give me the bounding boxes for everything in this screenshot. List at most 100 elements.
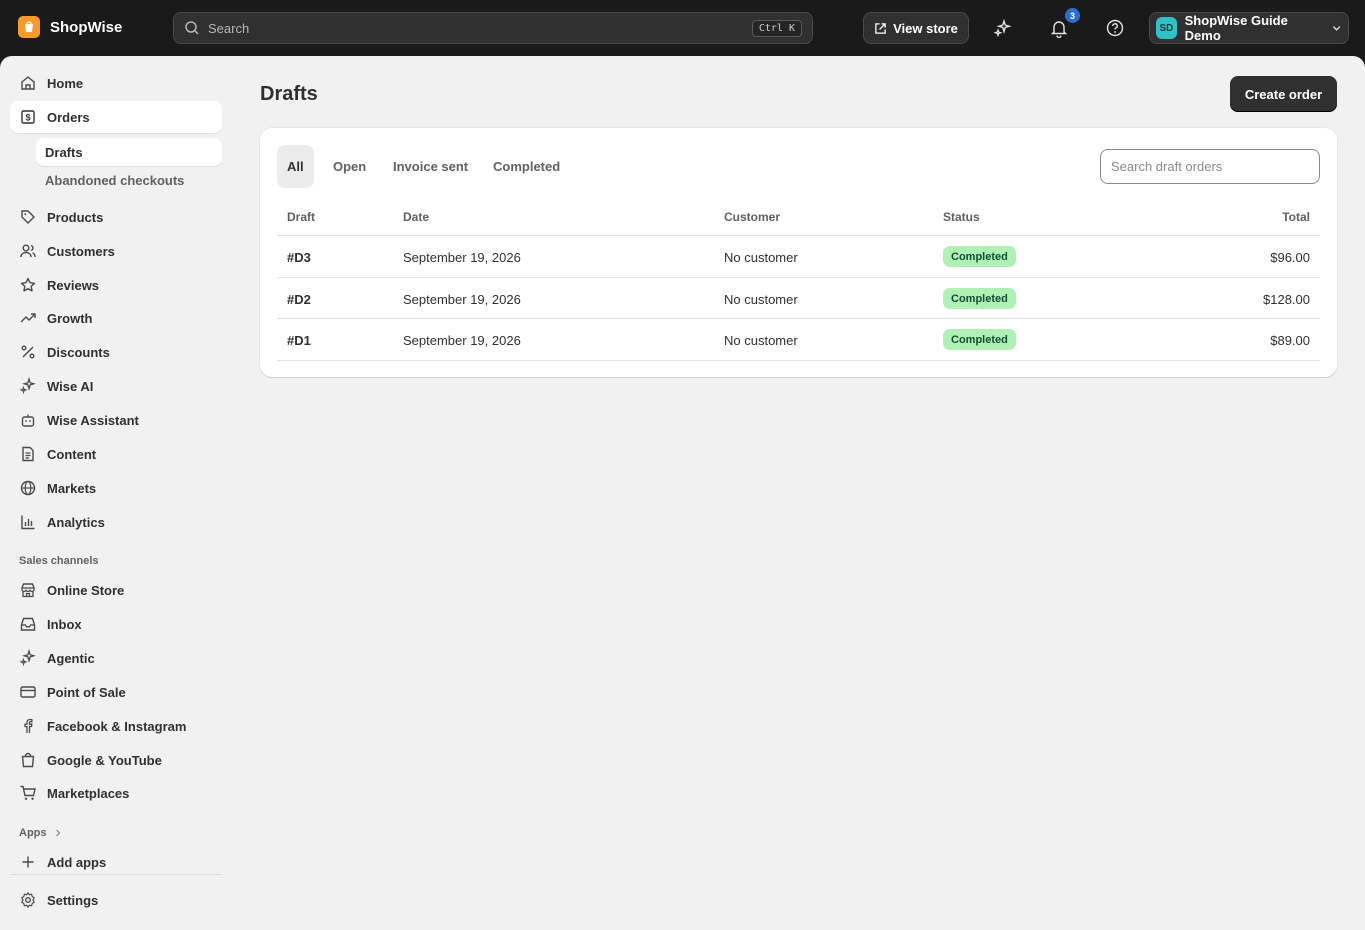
account-menu[interactable]: SD ShopWise Guide Demo xyxy=(1149,12,1349,44)
cart-icon xyxy=(20,785,36,800)
apps-label: Apps xyxy=(19,827,47,839)
sidebar-item-label: Products xyxy=(47,209,104,225)
sidebar-item-inbox[interactable]: Inbox xyxy=(10,608,222,640)
inbox-icon xyxy=(20,617,36,631)
sidebar-subitem-label: Abandoned checkouts xyxy=(45,172,185,188)
table-row[interactable]: #D2 September 19, 2026 No customer Compl… xyxy=(277,277,1320,319)
sales-channels-heading: Sales channels xyxy=(19,555,99,567)
external-link-icon xyxy=(875,22,886,34)
card-icon xyxy=(20,686,36,698)
draft-total: $89.00 xyxy=(1270,333,1310,348)
page-title: Drafts xyxy=(260,83,318,105)
sidebar-item-content[interactable]: Content xyxy=(10,438,222,470)
sidebar-item-label: Inbox xyxy=(47,616,82,632)
sidebar-item-home[interactable]: Home xyxy=(10,67,222,99)
draft-date: September 19, 2026 xyxy=(403,250,521,265)
create-order-button[interactable]: Create order xyxy=(1230,76,1337,112)
customers-icon xyxy=(20,244,36,258)
sidebar-item-analytics[interactable]: Analytics xyxy=(10,506,222,538)
sidebar-subitem-abandoned-checkouts[interactable]: Abandoned checkouts xyxy=(36,166,222,194)
tab-completed[interactable]: Completed xyxy=(483,145,570,188)
help-icon[interactable] xyxy=(1103,16,1127,40)
plus-icon xyxy=(22,856,34,868)
sidebar-item-label: Reviews xyxy=(47,277,100,293)
sidebar-item-orders[interactable]: $ Orders xyxy=(10,101,222,133)
table-row[interactable]: #D3 September 19, 2026 No customer Compl… xyxy=(277,235,1320,277)
column-header-total[interactable]: Total xyxy=(1282,210,1310,224)
sidebar-item-label: Wise Assistant xyxy=(47,412,139,428)
sidebar-item-label: Agentic xyxy=(47,650,95,666)
sidebar-item-point-of-sale[interactable]: Point of Sale xyxy=(10,676,222,708)
search-placeholder: Search xyxy=(208,20,250,36)
sidebar-item-settings[interactable]: Settings xyxy=(10,884,222,916)
sidebar-divider xyxy=(10,874,222,875)
table-bottom-border xyxy=(277,360,1320,361)
search-draft-orders-input[interactable] xyxy=(1100,149,1320,184)
sidebar-item-label: Markets xyxy=(47,480,97,496)
sidebar-item-label: Online Store xyxy=(47,582,125,598)
notification-badge: 3 xyxy=(1065,8,1080,23)
sidebar-item-markets[interactable]: Markets xyxy=(10,472,222,504)
sidebar-item-wise-ai[interactable]: Wise AI xyxy=(10,370,222,402)
draft-id[interactable]: #D2 xyxy=(287,292,311,307)
sparkle-icon xyxy=(19,649,37,667)
global-search[interactable]: Search Ctrl K xyxy=(173,12,813,44)
apps-heading[interactable]: Apps xyxy=(19,827,63,839)
trend-up-icon xyxy=(20,313,36,323)
draft-customer: No customer xyxy=(724,250,798,265)
status-badge: Completed xyxy=(943,288,1016,309)
draft-date: September 19, 2026 xyxy=(403,292,521,307)
sidebar-item-reviews[interactable]: Reviews xyxy=(10,269,222,301)
top-bar: ShopWise Search Ctrl K View store 3 SD S… xyxy=(0,0,1365,56)
column-header-status[interactable]: Status xyxy=(943,210,980,224)
sidebar-item-label: Customers xyxy=(47,243,115,259)
sidebar-item-online-store[interactable]: Online Store xyxy=(10,574,222,606)
tab-all[interactable]: All xyxy=(277,145,314,188)
tab-invoice-sent[interactable]: Invoice sent xyxy=(383,145,478,188)
sidebar-subitem-drafts[interactable]: Drafts xyxy=(36,138,222,166)
table-row[interactable]: #D1 September 19, 2026 No customer Compl… xyxy=(277,318,1320,360)
sidebar-item-label: Analytics xyxy=(47,514,105,530)
add-apps-label: Add apps xyxy=(47,854,107,870)
draft-customer: No customer xyxy=(724,292,798,307)
tab-open[interactable]: Open xyxy=(323,145,376,188)
sidebar-item-agentic[interactable]: Agentic xyxy=(10,642,222,674)
sidebar-item-customers[interactable]: Customers xyxy=(10,235,222,267)
brand[interactable]: ShopWise xyxy=(18,16,122,38)
facebook-icon xyxy=(24,718,33,733)
column-header-draft[interactable]: Draft xyxy=(287,210,315,224)
app-shell: Home $ Orders Drafts Abandoned checkouts… xyxy=(0,56,1365,930)
sidebar-item-discounts[interactable]: Discounts xyxy=(10,336,222,368)
svg-text:$: $ xyxy=(25,113,30,123)
document-icon xyxy=(22,446,34,462)
draft-id[interactable]: #D3 xyxy=(287,250,311,265)
bar-chart-icon xyxy=(21,515,35,530)
store-icon xyxy=(21,583,35,598)
drafts-card: All Open Invoice sent Completed Draft Da… xyxy=(260,128,1337,377)
sidebar-item-label: Settings xyxy=(47,892,99,908)
column-header-date[interactable]: Date xyxy=(403,210,429,224)
status-badge: Completed xyxy=(943,329,1016,350)
search-icon xyxy=(185,21,199,35)
sidebar-item-google-youtube[interactable]: Google & YouTube xyxy=(10,744,222,776)
search-shortcut: Ctrl K xyxy=(751,19,802,37)
sidebar-item-label: Facebook & Instagram xyxy=(47,718,187,734)
sidebar-item-marketplaces[interactable]: Marketplaces xyxy=(10,777,222,809)
robot-icon xyxy=(21,414,35,427)
sidebar-item-products[interactable]: Products xyxy=(10,201,222,233)
sparkle-icon[interactable] xyxy=(991,16,1015,40)
status-badge: Completed xyxy=(943,246,1016,267)
column-header-customer[interactable]: Customer xyxy=(724,210,780,224)
draft-customer: No customer xyxy=(724,333,798,348)
gear-icon xyxy=(21,892,35,908)
sidebar-item-facebook-instagram[interactable]: Facebook & Instagram xyxy=(10,710,222,742)
sidebar-item-wise-assistant[interactable]: Wise Assistant xyxy=(10,404,222,436)
tag-icon xyxy=(21,210,35,224)
shopwise-logo-icon xyxy=(18,16,40,38)
home-icon xyxy=(21,76,35,90)
sidebar-item-label: Home xyxy=(47,75,84,91)
view-store-button[interactable]: View store xyxy=(863,12,969,44)
draft-id[interactable]: #D1 xyxy=(287,333,311,348)
sidebar-item-growth[interactable]: Growth xyxy=(10,302,222,334)
sidebar-item-label: Content xyxy=(47,446,97,462)
